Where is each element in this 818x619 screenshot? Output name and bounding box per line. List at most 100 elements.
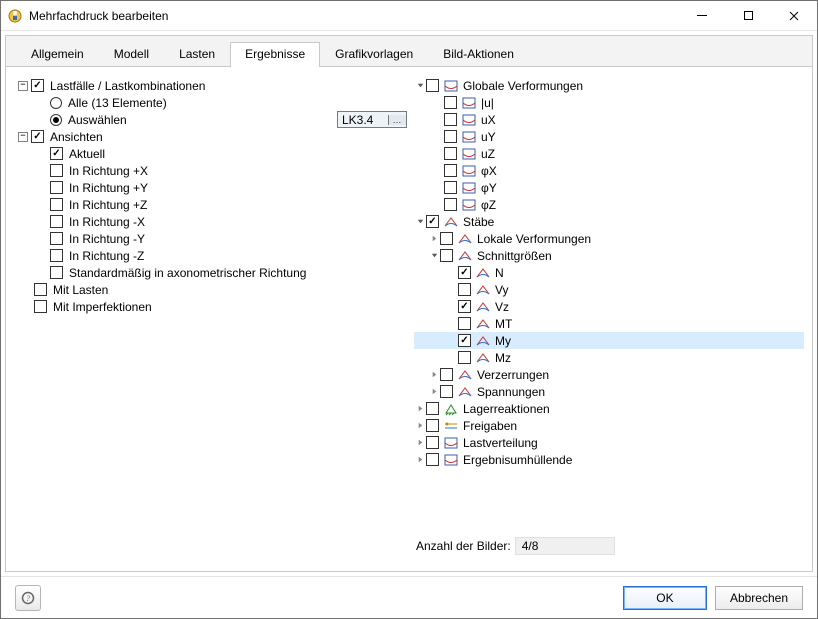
node-mit-lasten[interactable]: Mit Lasten	[14, 281, 409, 298]
node-rny[interactable]: In Richtung -Y	[14, 230, 409, 247]
minimize-button[interactable]	[679, 1, 725, 30]
node-lagerreaktionen[interactable]: Lagerreaktionen	[414, 400, 804, 417]
checkbox[interactable]	[440, 385, 453, 398]
chevron-right-icon[interactable]	[414, 404, 426, 413]
node-mt[interactable]: MT	[414, 315, 804, 332]
checkbox[interactable]	[50, 215, 63, 228]
close-button[interactable]	[771, 1, 817, 30]
checkbox[interactable]	[444, 113, 457, 126]
collapse-icon[interactable]: −	[18, 81, 28, 91]
node-lastfaelle[interactable]: − Lastfälle / Lastkombinationen	[14, 77, 409, 94]
node-aktuell[interactable]: Aktuell	[14, 145, 409, 162]
node-vy[interactable]: Vy	[414, 281, 804, 298]
checkbox[interactable]	[458, 334, 471, 347]
checkbox[interactable]	[444, 147, 457, 160]
checkbox[interactable]	[440, 249, 453, 262]
node-rnz[interactable]: In Richtung -Z	[14, 247, 409, 264]
node-rx[interactable]: In Richtung +X	[14, 162, 409, 179]
node-ergebnisumhuellende[interactable]: Ergebnisumhüllende	[414, 451, 804, 468]
checkbox[interactable]	[50, 266, 63, 279]
tab-bild-aktionen[interactable]: Bild-Aktionen	[428, 42, 529, 67]
combo-ellipsis-button[interactable]: …	[388, 115, 406, 125]
node-freigaben[interactable]: Freigaben	[414, 417, 804, 434]
checkbox[interactable]	[444, 198, 457, 211]
checkbox[interactable]	[50, 147, 63, 160]
node-ux[interactable]: uX	[414, 111, 804, 128]
checkbox[interactable]	[458, 300, 471, 313]
tab-modell[interactable]: Modell	[99, 42, 164, 67]
node-phiz[interactable]: φZ	[414, 196, 804, 213]
node-auswaehlen[interactable]: Auswählen LK3.4 …	[14, 111, 409, 128]
checkbox[interactable]	[444, 181, 457, 194]
node-phix[interactable]: φX	[414, 162, 804, 179]
tab-grafikvorlagen[interactable]: Grafikvorlagen	[320, 42, 428, 67]
chevron-right-icon[interactable]	[428, 387, 440, 396]
checkbox[interactable]	[426, 436, 439, 449]
radio[interactable]	[50, 114, 62, 126]
node-alle[interactable]: Alle (13 Elemente)	[14, 94, 409, 111]
checkbox[interactable]	[458, 317, 471, 330]
cancel-button[interactable]: Abbrechen	[715, 586, 803, 610]
checkbox[interactable]	[426, 419, 439, 432]
checkbox[interactable]	[34, 283, 47, 296]
node-globale-verformungen[interactable]: Globale Verformungen	[414, 77, 804, 94]
combo-lk[interactable]: LK3.4 …	[337, 111, 407, 128]
node-lastverteilung[interactable]: Lastverteilung	[414, 434, 804, 451]
chevron-right-icon[interactable]	[414, 438, 426, 447]
checkbox[interactable]	[50, 181, 63, 194]
node-mit-imperf[interactable]: Mit Imperfektionen	[14, 298, 409, 315]
node-my[interactable]: My	[414, 332, 804, 349]
node-ry[interactable]: In Richtung +Y	[14, 179, 409, 196]
checkbox[interactable]	[50, 164, 63, 177]
node-ansichten[interactable]: − Ansichten	[14, 128, 409, 145]
checkbox[interactable]	[50, 198, 63, 211]
checkbox[interactable]	[50, 249, 63, 262]
chevron-down-icon[interactable]	[414, 217, 426, 226]
checkbox[interactable]	[444, 164, 457, 177]
node-rnx[interactable]: In Richtung -X	[14, 213, 409, 230]
checkbox[interactable]	[31, 130, 44, 143]
node-n[interactable]: N	[414, 264, 804, 281]
node-phiy[interactable]: φY	[414, 179, 804, 196]
radio[interactable]	[50, 97, 62, 109]
chevron-right-icon[interactable]	[414, 421, 426, 430]
checkbox[interactable]	[426, 79, 439, 92]
collapse-icon[interactable]: −	[18, 132, 28, 142]
checkbox[interactable]	[440, 232, 453, 245]
checkbox[interactable]	[458, 351, 471, 364]
chevron-down-icon[interactable]	[428, 251, 440, 260]
chevron-right-icon[interactable]	[428, 234, 440, 243]
checkbox[interactable]	[458, 266, 471, 279]
chevron-right-icon[interactable]	[414, 455, 426, 464]
ok-button[interactable]: OK	[623, 586, 707, 610]
node-axon[interactable]: Standardmäßig in axonometrischer Richtun…	[14, 264, 409, 281]
node-vz[interactable]: Vz	[414, 298, 804, 315]
checkbox[interactable]	[31, 79, 44, 92]
checkbox[interactable]	[34, 300, 47, 313]
node-lokale[interactable]: Lokale Verformungen	[414, 230, 804, 247]
node-uz[interactable]: uZ	[414, 145, 804, 162]
node-uy[interactable]: uY	[414, 128, 804, 145]
node-mz[interactable]: Mz	[414, 349, 804, 366]
chevron-right-icon[interactable]	[428, 370, 440, 379]
node-u[interactable]: |u|	[414, 94, 804, 111]
node-schnittgroessen[interactable]: Schnittgrößen	[414, 247, 804, 264]
tab-lasten[interactable]: Lasten	[164, 42, 230, 67]
node-staebe[interactable]: Stäbe	[414, 213, 804, 230]
checkbox[interactable]	[444, 96, 457, 109]
node-rz[interactable]: In Richtung +Z	[14, 196, 409, 213]
checkbox[interactable]	[458, 283, 471, 296]
checkbox[interactable]	[426, 453, 439, 466]
checkbox[interactable]	[426, 402, 439, 415]
tab-ergebnisse[interactable]: Ergebnisse	[230, 42, 320, 67]
maximize-button[interactable]	[725, 1, 771, 30]
tab-allgemein[interactable]: Allgemein	[16, 42, 99, 67]
checkbox[interactable]	[50, 232, 63, 245]
chevron-down-icon[interactable]	[414, 81, 426, 90]
node-spannungen[interactable]: Spannungen	[414, 383, 804, 400]
help-button[interactable]: ?	[15, 585, 41, 611]
checkbox[interactable]	[440, 368, 453, 381]
checkbox[interactable]	[444, 130, 457, 143]
checkbox[interactable]	[426, 215, 439, 228]
node-verzerrungen[interactable]: Verzerrungen	[414, 366, 804, 383]
